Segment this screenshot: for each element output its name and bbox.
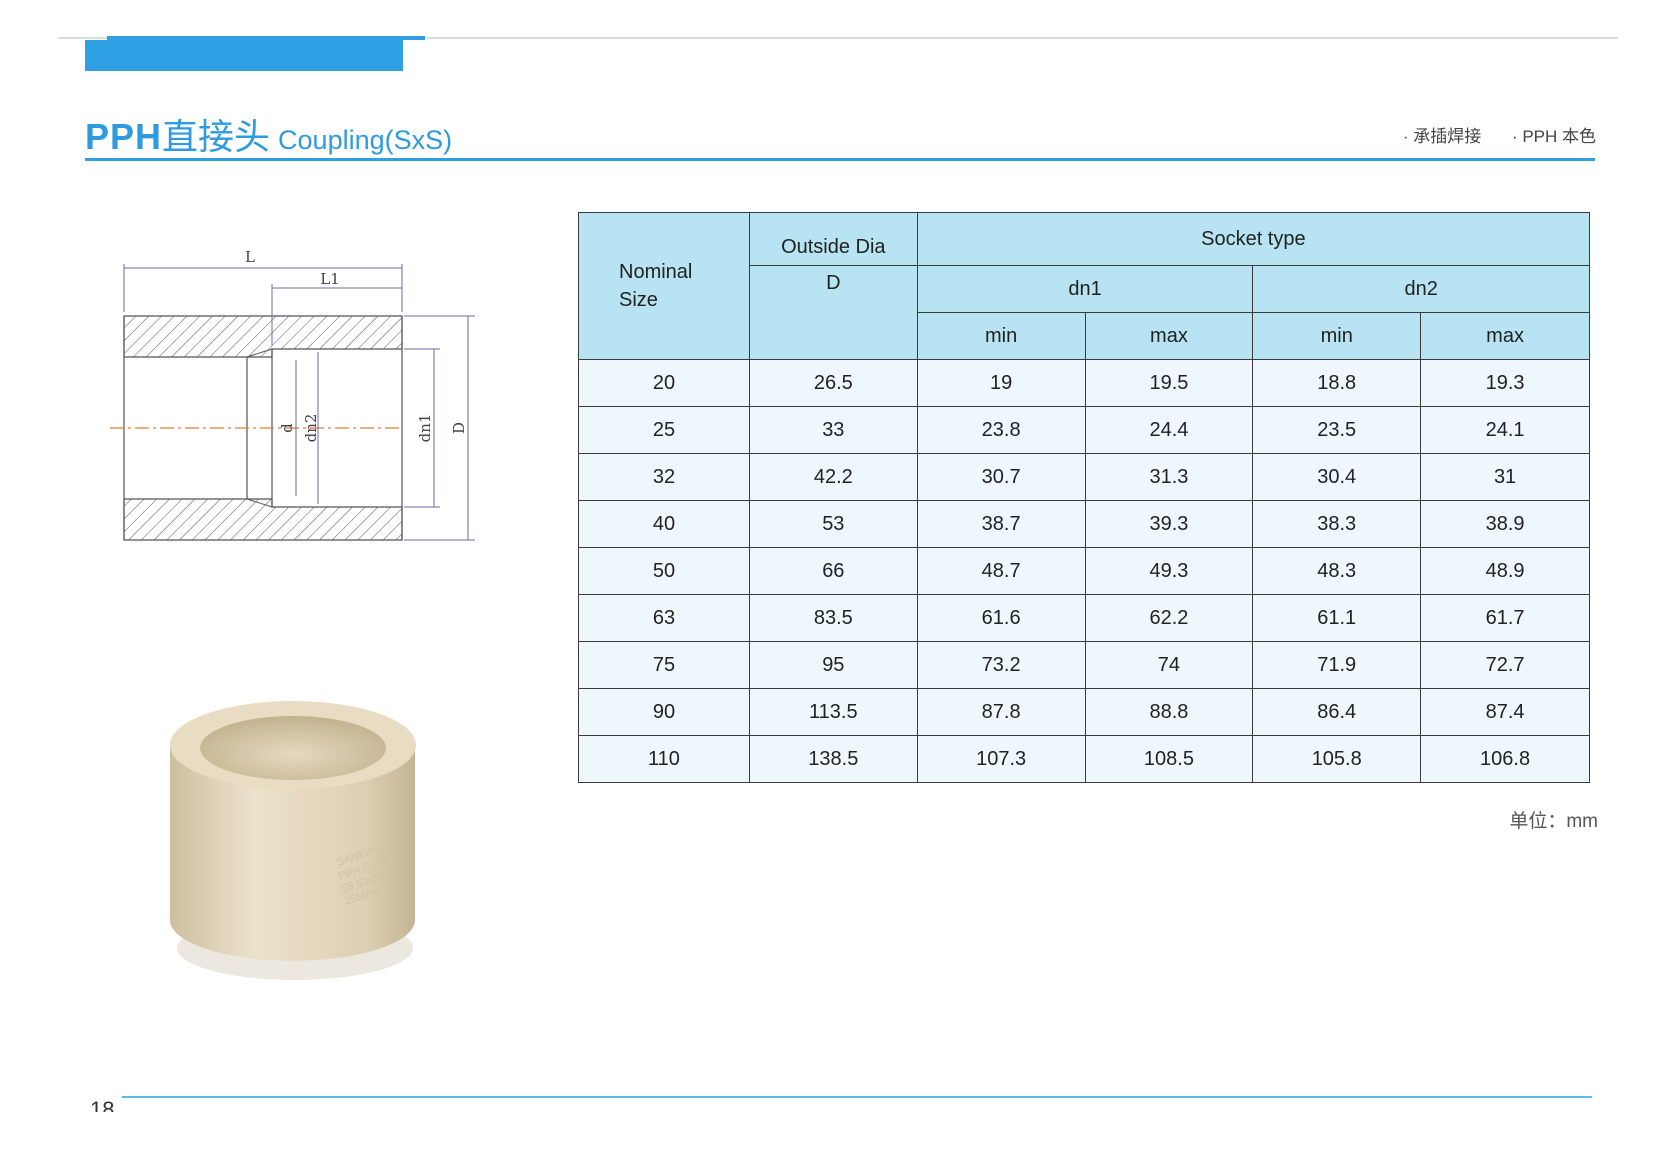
cell-dn2-max: 87.4 <box>1420 688 1590 736</box>
tag-material-color: · PPH 本色 <box>1511 127 1596 146</box>
product-photo: SANKING PPH CORE S5 63x11 25MPa <box>170 701 416 980</box>
cell-dn2-max: 24.1 <box>1420 406 1590 454</box>
table-row: 20 26.5 19 19.5 18.8 19.3 <box>578 359 1590 407</box>
cell-dn2-max: 106.8 <box>1420 735 1590 783</box>
header-dn1-max: max <box>1084 312 1254 360</box>
label-L1: L1 <box>320 270 340 288</box>
cell-dn1-max: 19.5 <box>1084 359 1254 407</box>
cell-dn1-min: 61.6 <box>916 594 1086 642</box>
table-row: 110 138.5 107.3 108.5 105.8 106.8 <box>578 735 1590 783</box>
feature-tags: · 承插焊接 · PPH 本色 <box>1377 122 1596 147</box>
page-title: PPH直接头 Coupling(SxS) <box>85 112 452 170</box>
cell-dn1-max: 31.3 <box>1084 453 1254 501</box>
cell-dn2-min: 86.4 <box>1252 688 1422 736</box>
cell-dn1-min: 48.7 <box>916 547 1086 595</box>
label-dn2: dn2 <box>302 414 320 443</box>
cell-outside-dia: 138.5 <box>748 735 918 783</box>
header-dn1-min: min <box>916 312 1086 360</box>
cell-dn1-min: 19 <box>916 359 1086 407</box>
cell-dn1-min: 30.7 <box>916 453 1086 501</box>
cell-dn1-max: 62.2 <box>1084 594 1254 642</box>
title-rule <box>85 158 1595 161</box>
page-number: 18 <box>90 1098 115 1112</box>
label-d: d <box>278 423 296 433</box>
unit-note: 单位：mm <box>1509 811 1598 832</box>
cell-dn1-min: 23.8 <box>916 406 1086 454</box>
table-row: 40 53 38.7 39.3 38.3 38.9 <box>578 500 1590 548</box>
header-dn1: dn1 <box>916 265 1254 313</box>
cell-dn2-max: 19.3 <box>1420 359 1590 407</box>
cell-nominal-size: 75 <box>578 641 750 689</box>
cell-outside-dia: 42.2 <box>748 453 918 501</box>
tag-socket-welding: · 承插焊接 <box>1402 127 1482 146</box>
spec-table: Nominal Size Outside Dia Socket type D dn… <box>578 212 1591 783</box>
label-dn1: dn1 <box>416 414 434 443</box>
header-dn2-min: min <box>1252 312 1422 360</box>
cell-outside-dia: 95 <box>748 641 918 689</box>
cell-nominal-size: 63 <box>578 594 750 642</box>
cell-dn2-min: 71.9 <box>1252 641 1422 689</box>
table-row: 63 83.5 61.6 62.2 61.1 61.7 <box>578 594 1590 642</box>
cell-dn1-min: 87.8 <box>916 688 1086 736</box>
table-row: 75 95 73.2 74 71.9 72.7 <box>578 641 1590 689</box>
cell-dn2-max: 38.9 <box>1420 500 1590 548</box>
cell-nominal-size: 32 <box>578 453 750 501</box>
header-dn2-max: max <box>1420 312 1590 360</box>
cell-nominal-size: 25 <box>578 406 750 454</box>
cell-dn2-min: 18.8 <box>1252 359 1422 407</box>
cell-nominal-size: 20 <box>578 359 750 407</box>
cell-dn1-max: 108.5 <box>1084 735 1254 783</box>
cell-dn1-max: 88.8 <box>1084 688 1254 736</box>
cell-dn2-min: 61.1 <box>1252 594 1422 642</box>
label-L: L <box>245 250 255 266</box>
header-socket-type: Socket type <box>916 212 1591 266</box>
technical-drawing: L L1 d dn2 dn1 D <box>110 250 475 541</box>
label-D: D <box>450 422 468 434</box>
header-outside-dia-symbol: D <box>748 265 918 360</box>
cell-dn1-max: 74 <box>1084 641 1254 689</box>
spec-table-body: 20 26.5 19 19.5 18.8 19.3 25 33 23.8 24.4 23.5 24.1… <box>578 359 1590 783</box>
cell-dn2-min: 23.5 <box>1252 406 1422 454</box>
cell-outside-dia: 83.5 <box>748 594 918 642</box>
table-row: 32 42.2 30.7 31.3 30.4 31 <box>578 453 1590 501</box>
cell-dn1-max: 49.3 <box>1084 547 1254 595</box>
table-row: 50 66 48.7 49.3 48.3 48.9 <box>578 547 1590 595</box>
header-dn2: dn2 <box>1252 265 1590 313</box>
cell-dn1-max: 39.3 <box>1084 500 1254 548</box>
cell-dn2-min: 105.8 <box>1252 735 1422 783</box>
header-nominal-size: Nominal Size <box>578 212 750 360</box>
cell-outside-dia: 113.5 <box>748 688 918 736</box>
cell-nominal-size: 50 <box>578 547 750 595</box>
cell-nominal-size: 110 <box>578 735 750 783</box>
table-row: 25 33 23.8 24.4 23.5 24.1 <box>578 406 1590 454</box>
cell-nominal-size: 90 <box>578 688 750 736</box>
cell-dn1-max: 24.4 <box>1084 406 1254 454</box>
cell-outside-dia: 33 <box>748 406 918 454</box>
cell-outside-dia: 26.5 <box>748 359 918 407</box>
title-cn: 直接头 <box>162 117 271 158</box>
top-accent-bar <box>85 40 403 71</box>
cell-dn2-max: 48.9 <box>1420 547 1590 595</box>
cell-dn2-min: 38.3 <box>1252 500 1422 548</box>
cell-dn2-max: 31 <box>1420 453 1590 501</box>
cell-dn2-min: 48.3 <box>1252 547 1422 595</box>
cell-outside-dia: 66 <box>748 547 918 595</box>
cell-dn2-max: 72.7 <box>1420 641 1590 689</box>
title-brand: PPH <box>85 116 163 157</box>
header-row-1: Nominal Size Outside Dia Socket type <box>578 212 1591 360</box>
header-outside-dia: Outside Dia <box>748 212 918 266</box>
title-en: Coupling(SxS) <box>278 125 453 155</box>
cell-outside-dia: 53 <box>748 500 918 548</box>
bottom-rule <box>122 1096 1592 1098</box>
cell-dn1-min: 38.7 <box>916 500 1086 548</box>
table-row: 90 113.5 87.8 88.8 86.4 87.4 <box>578 688 1590 736</box>
cell-dn2-max: 61.7 <box>1420 594 1590 642</box>
cell-dn1-min: 73.2 <box>916 641 1086 689</box>
cell-dn2-min: 30.4 <box>1252 453 1422 501</box>
cell-nominal-size: 40 <box>578 500 750 548</box>
cell-dn1-min: 107.3 <box>916 735 1086 783</box>
